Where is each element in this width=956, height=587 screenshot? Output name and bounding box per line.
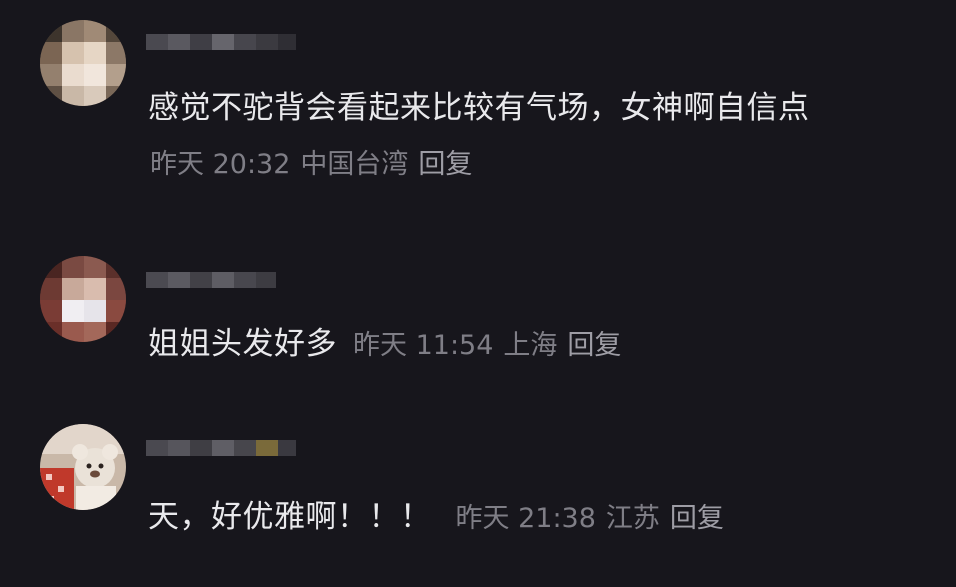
reply-button[interactable]: 回复 bbox=[418, 142, 472, 181]
comment-location: 江苏 bbox=[605, 503, 660, 534]
comment-content: 姐姐头发好多 bbox=[148, 326, 337, 362]
avatar-blurred-portrait-icon[interactable] bbox=[40, 20, 126, 106]
avatar-blurred-figure-icon[interactable] bbox=[40, 256, 126, 342]
comment-time: 昨天 21:38 bbox=[455, 503, 596, 534]
comment-content: 天，好优雅啊！！！ bbox=[148, 499, 432, 535]
reply-button[interactable]: 回复 bbox=[567, 323, 621, 362]
avatar-teddy-bear-icon[interactable] bbox=[40, 424, 126, 510]
comment-list: 感觉不驼背会看起来比较有气场，女神啊自信点 昨天 20:32 中国台湾 回复 姐… bbox=[0, 0, 956, 587]
comment-time: 昨天 20:32 bbox=[150, 149, 291, 180]
comment-time: 昨天 11:54 bbox=[353, 330, 494, 361]
username-pixelated-icon[interactable] bbox=[146, 436, 296, 460]
username-pixelated-icon[interactable] bbox=[146, 30, 296, 54]
reply-button[interactable]: 回复 bbox=[670, 496, 724, 535]
comment-meta: 昨天 11:54 上海 回复 bbox=[353, 323, 621, 362]
comment-text-line: 天，好优雅啊！！！ 昨天 21:38 江苏 回复 bbox=[148, 491, 724, 536]
comment-location: 中国台湾 bbox=[300, 149, 409, 180]
comment-content: 感觉不驼背会看起来比较有气场，女神啊自信点 bbox=[148, 90, 810, 126]
comment-meta: 昨天 21:38 江苏 回复 bbox=[456, 496, 724, 535]
username-pixelated-icon[interactable] bbox=[146, 268, 276, 292]
comment-location: 上海 bbox=[503, 330, 558, 361]
comment-text-line: 感觉不驼背会看起来比较有气场，女神啊自信点 bbox=[148, 82, 810, 127]
comment-meta: 昨天 20:32 中国台湾 回复 bbox=[150, 142, 472, 181]
comment-text-line: 姐姐头发好多 昨天 11:54 上海 回复 bbox=[148, 318, 621, 363]
